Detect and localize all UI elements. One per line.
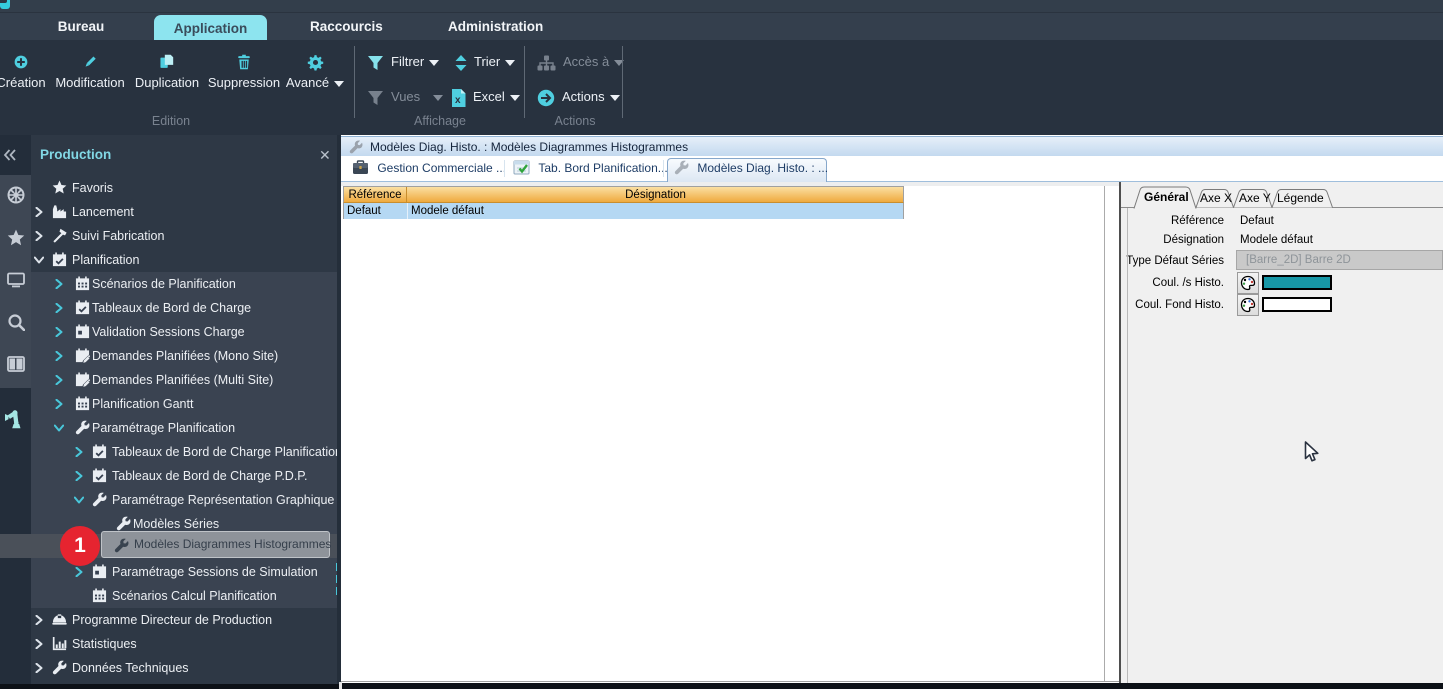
svg-text:x: x <box>455 95 461 106</box>
